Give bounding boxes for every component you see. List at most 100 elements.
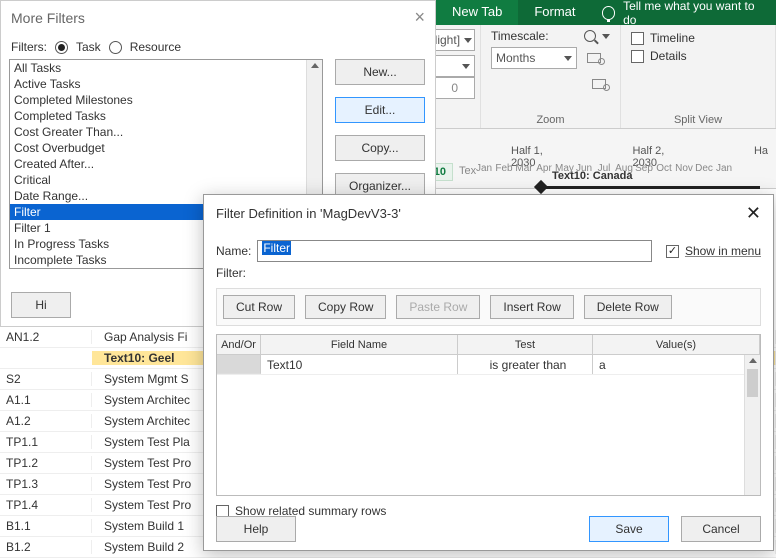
close-icon[interactable]: ✕ bbox=[746, 203, 761, 224]
cell-id: A1.2 bbox=[0, 414, 92, 428]
filter-list-item[interactable]: Cost Overbudget bbox=[10, 140, 322, 156]
tell-me-box[interactable]: Tell me what you want to do bbox=[592, 0, 776, 25]
col-values[interactable]: Value(s) bbox=[593, 335, 760, 354]
lightbulb-icon bbox=[602, 6, 616, 20]
col-test[interactable]: Test bbox=[458, 335, 593, 354]
col-fieldname[interactable]: Field Name bbox=[261, 335, 458, 354]
timescale-dropdown[interactable]: Months bbox=[491, 47, 577, 69]
filter-label: Filter: bbox=[216, 266, 246, 280]
month-label: Apr bbox=[535, 163, 553, 174]
scrollbar[interactable] bbox=[744, 355, 760, 495]
paste-row-button: Paste Row bbox=[396, 295, 480, 319]
copy-row-button[interactable]: Copy Row bbox=[305, 295, 386, 319]
ribbon: New Tab Format Tell me what you want to … bbox=[436, 0, 776, 25]
zoom-in-button[interactable] bbox=[584, 30, 610, 42]
ribbon-group-zoom: Timescale: Months Zoom bbox=[481, 25, 621, 128]
filter-list-item[interactable]: Completed Milestones bbox=[10, 92, 322, 108]
zoom-entire-icon bbox=[592, 79, 606, 89]
caret-icon bbox=[564, 56, 572, 61]
more-filters-title: More Filters bbox=[11, 10, 85, 26]
delete-row-button[interactable]: Delete Row bbox=[584, 295, 672, 319]
resource-radio[interactable] bbox=[109, 41, 122, 54]
caret-icon bbox=[462, 64, 470, 69]
new-button[interactable]: New... bbox=[335, 59, 425, 85]
checkbox-icon bbox=[631, 50, 644, 63]
zoom-selected-icon bbox=[587, 53, 601, 63]
timescale-ha: Ha bbox=[746, 143, 776, 163]
month-label: Sep bbox=[635, 163, 653, 174]
resource-radio-label: Resource bbox=[130, 40, 181, 54]
filter-list-item[interactable]: Cost Greater Than... bbox=[10, 124, 322, 140]
month-label: Nov bbox=[675, 163, 693, 174]
show-in-menu-label: Show in menu bbox=[685, 244, 761, 258]
filter-list-item[interactable]: Active Tasks bbox=[10, 76, 322, 92]
magnifier-icon bbox=[584, 30, 596, 42]
scrollbar-thumb[interactable] bbox=[747, 369, 758, 397]
ribbon-panel: Highlight] 0 Timescale: Months Zoom Time… bbox=[395, 25, 776, 129]
insert-row-button[interactable]: Insert Row bbox=[490, 295, 573, 319]
close-icon[interactable]: × bbox=[414, 7, 425, 28]
checkbox-icon bbox=[631, 32, 644, 45]
help-button[interactable]: Help bbox=[216, 516, 296, 542]
cancel-button[interactable]: Cancel bbox=[681, 516, 761, 542]
cut-row-button[interactable]: Cut Row bbox=[223, 295, 295, 319]
filter-list-item[interactable]: Created After... bbox=[10, 156, 322, 172]
gantt-summary-bar bbox=[540, 186, 760, 189]
cell-andor[interactable] bbox=[217, 355, 261, 374]
caret-icon bbox=[464, 38, 472, 43]
zoom-group-label: Zoom bbox=[481, 114, 620, 126]
edit-button[interactable]: Edit... bbox=[335, 97, 425, 123]
filter-list-item[interactable]: Critical bbox=[10, 172, 322, 188]
cell-id: S2 bbox=[0, 372, 92, 386]
details-checkbox[interactable]: Details bbox=[631, 49, 765, 63]
number-value: 0 bbox=[451, 81, 458, 95]
timeline-checkbox[interactable]: Timeline bbox=[631, 31, 765, 45]
cell-id: TP1.3 bbox=[0, 477, 92, 491]
col-andor[interactable]: And/Or bbox=[217, 335, 261, 354]
cell-id: A1.1 bbox=[0, 393, 92, 407]
timescale-half2: Half 2, 2030 bbox=[624, 143, 683, 163]
month-label: Mar bbox=[515, 163, 533, 174]
name-input-value: Filter bbox=[262, 241, 291, 255]
criteria-row[interactable]: Text10 is greater than a bbox=[217, 355, 760, 375]
zoom-selected-button[interactable] bbox=[583, 47, 605, 69]
month-label: Jan bbox=[475, 163, 493, 174]
timeline-label: Timeline bbox=[650, 31, 695, 45]
gantt-summary-label: Text10: Canada bbox=[552, 170, 633, 182]
ribbon-group-splitview: Timeline Details Split View bbox=[621, 25, 776, 128]
timescale-half1: Half 1, 2030 bbox=[503, 143, 562, 163]
month-label: Feb bbox=[495, 163, 513, 174]
cell-test[interactable]: is greater than bbox=[458, 355, 593, 374]
timescale-label: Timescale: bbox=[491, 29, 549, 43]
cell-id: TP1.1 bbox=[0, 435, 92, 449]
show-in-menu-checkbox[interactable]: Show in menu bbox=[666, 244, 761, 258]
timescale-value: Months bbox=[496, 51, 535, 65]
save-button[interactable]: Save bbox=[589, 516, 669, 542]
hi-button[interactable]: Hi bbox=[11, 292, 71, 318]
filter-definition-dialog: Filter Definition in 'MagDevV3-3' ✕ Name… bbox=[203, 194, 774, 551]
details-label: Details bbox=[650, 49, 687, 63]
task-radio-label: Task bbox=[76, 40, 101, 54]
cell-value[interactable]: a bbox=[593, 355, 760, 374]
task-radio[interactable] bbox=[55, 41, 68, 54]
name-label: Name: bbox=[216, 244, 251, 258]
caret-icon bbox=[602, 34, 610, 39]
cell-fieldname[interactable]: Text10 bbox=[261, 355, 458, 374]
checkbox-icon bbox=[666, 245, 679, 258]
filter-list-item[interactable]: All Tasks bbox=[10, 60, 322, 76]
name-input[interactable]: Filter bbox=[257, 240, 652, 262]
zoom-entire-button[interactable] bbox=[588, 73, 610, 95]
cell-id: TP1.2 bbox=[0, 456, 92, 470]
month-label: Oct bbox=[655, 163, 673, 174]
cell-id: AN1.2 bbox=[0, 330, 92, 344]
filter-criteria-grid[interactable]: And/Or Field Name Test Value(s) Text10 i… bbox=[216, 334, 761, 496]
copy-button[interactable]: Copy... bbox=[335, 135, 425, 161]
tell-me-label: Tell me what you want to do bbox=[623, 0, 766, 27]
ribbon-tab-format[interactable]: Format bbox=[518, 0, 591, 25]
filter-list-item[interactable]: Completed Tasks bbox=[10, 108, 322, 124]
month-label: Dec bbox=[695, 163, 713, 174]
ribbon-tab-new[interactable]: New Tab bbox=[436, 0, 518, 25]
splitview-group-label: Split View bbox=[621, 114, 775, 126]
cell-id: B1.2 bbox=[0, 540, 92, 554]
month-label: Jan bbox=[715, 163, 733, 174]
